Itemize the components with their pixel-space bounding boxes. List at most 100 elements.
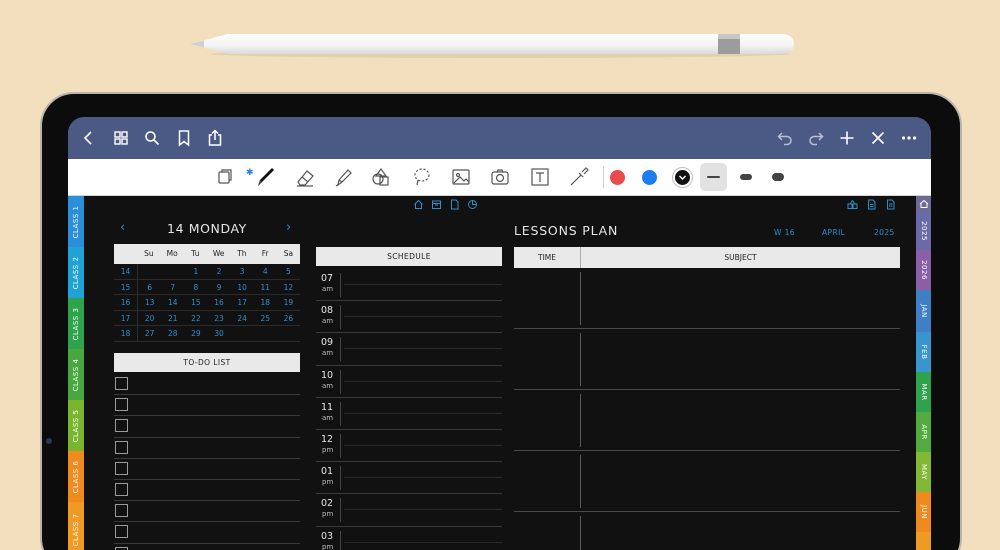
stroke-thick-button[interactable] bbox=[772, 173, 784, 181]
stroke-thin-button[interactable] bbox=[700, 163, 727, 191]
todo-checkbox[interactable] bbox=[115, 377, 128, 390]
document-link-icon[interactable] bbox=[885, 199, 896, 210]
calendar-day[interactable]: 22 bbox=[184, 311, 207, 326]
image-icon[interactable] bbox=[450, 166, 472, 188]
calendar-day[interactable] bbox=[254, 326, 277, 341]
year-link[interactable]: 2025 bbox=[874, 228, 895, 237]
schedule-slot[interactable]: 10 am bbox=[316, 366, 502, 398]
plus-icon[interactable] bbox=[838, 129, 856, 147]
calendar-day[interactable]: 1 bbox=[184, 264, 207, 279]
week-number[interactable]: 17 bbox=[114, 310, 139, 326]
laser-icon[interactable] bbox=[568, 166, 590, 188]
pen-icon[interactable]: ✱ bbox=[246, 166, 280, 188]
calendar-day[interactable]: 29 bbox=[184, 326, 207, 341]
lesson-row[interactable] bbox=[514, 329, 900, 390]
tab-month-apr[interactable]: APR bbox=[916, 412, 931, 452]
calendar-icon[interactable] bbox=[431, 199, 442, 210]
next-day-button[interactable]: › bbox=[286, 220, 291, 235]
tab-month-may[interactable]: MAY bbox=[916, 452, 931, 492]
tab-class-1[interactable]: CLASS 1 bbox=[68, 196, 84, 247]
calendar-day[interactable]: 6 bbox=[138, 280, 161, 295]
calendar-day[interactable] bbox=[138, 264, 161, 279]
calendar-day[interactable] bbox=[277, 326, 300, 341]
calendar-day[interactable]: 24 bbox=[231, 311, 254, 326]
color-red-swatch[interactable] bbox=[610, 170, 625, 185]
calendar-day[interactable]: 5 bbox=[277, 264, 300, 279]
calendar-day[interactable]: 9 bbox=[208, 280, 231, 295]
bookmark-icon[interactable] bbox=[175, 129, 193, 147]
tab-month-mar[interactable]: MAR bbox=[916, 372, 931, 412]
lesson-row[interactable] bbox=[514, 512, 900, 550]
calendar-day[interactable]: 16 bbox=[208, 295, 231, 310]
tab-month-jan[interactable]: JAN bbox=[916, 290, 931, 332]
month-link[interactable]: APRIL bbox=[822, 228, 845, 237]
calendar-day[interactable] bbox=[231, 326, 254, 341]
notes-link-icon[interactable] bbox=[866, 199, 877, 210]
calendar-day[interactable]: 26 bbox=[277, 311, 300, 326]
shapes-link-icon[interactable] bbox=[847, 199, 858, 210]
tab-home[interactable] bbox=[916, 196, 931, 212]
week-number[interactable]: 16 bbox=[114, 295, 139, 310]
todo-item[interactable] bbox=[114, 544, 300, 550]
tab-month-next[interactable] bbox=[916, 532, 931, 550]
tab-class-4[interactable]: CLASS 4 bbox=[68, 349, 84, 400]
calendar-day[interactable]: 4 bbox=[254, 264, 277, 279]
calendar-day[interactable]: 19 bbox=[277, 295, 300, 310]
color-blue-swatch[interactable] bbox=[642, 170, 657, 185]
calendar-day[interactable]: 15 bbox=[184, 295, 207, 310]
calendar-day[interactable]: 18 bbox=[254, 295, 277, 310]
tab-month-feb[interactable]: FEB bbox=[916, 332, 931, 372]
tab-class-2[interactable]: CLASS 2 bbox=[68, 247, 84, 298]
tab-class-3[interactable]: CLASS 3 bbox=[68, 298, 84, 349]
grid-icon[interactable] bbox=[112, 129, 130, 147]
share-icon[interactable] bbox=[206, 129, 224, 147]
eraser-icon[interactable] bbox=[294, 166, 316, 188]
calendar-day[interactable]: 20 bbox=[138, 311, 161, 326]
calendar-day[interactable]: 2 bbox=[208, 264, 231, 279]
tab-month-jun[interactable]: JUN bbox=[916, 492, 931, 532]
calendar-day[interactable]: 10 bbox=[231, 280, 254, 295]
schedule-slot[interactable]: 01 pm bbox=[316, 462, 502, 495]
week-number[interactable]: 18 bbox=[114, 326, 139, 341]
tab-class-7[interactable]: CLASS 7 bbox=[68, 502, 84, 550]
todo-checkbox[interactable] bbox=[115, 398, 128, 412]
calendar-day[interactable]: 21 bbox=[161, 311, 184, 326]
todo-item[interactable] bbox=[114, 459, 300, 480]
search-icon[interactable] bbox=[143, 129, 161, 147]
home-icon[interactable] bbox=[413, 199, 424, 210]
calendar-day[interactable]: 28 bbox=[161, 326, 184, 341]
pie-chart-icon[interactable] bbox=[467, 199, 478, 210]
week-number[interactable]: 14 bbox=[114, 264, 139, 279]
lasso-icon[interactable] bbox=[411, 166, 433, 188]
calendar-day[interactable]: 13 bbox=[138, 295, 161, 310]
read-mode-icon[interactable] bbox=[214, 166, 236, 188]
calendar-day[interactable]: 17 bbox=[231, 295, 254, 310]
calendar-day[interactable]: 12 bbox=[277, 280, 300, 295]
text-icon[interactable] bbox=[529, 166, 551, 188]
calendar-day[interactable]: 7 bbox=[161, 280, 184, 295]
todo-item[interactable] bbox=[114, 501, 300, 523]
calendar-day[interactable]: 25 bbox=[254, 311, 277, 326]
schedule-slot[interactable]: 07 am bbox=[316, 269, 502, 302]
lesson-row[interactable] bbox=[514, 390, 900, 451]
undo-icon[interactable] bbox=[776, 129, 794, 147]
lesson-row[interactable] bbox=[514, 268, 900, 329]
todo-item[interactable] bbox=[114, 438, 300, 459]
todo-checkbox[interactable] bbox=[115, 461, 128, 475]
schedule-slot[interactable]: 09 am bbox=[316, 333, 502, 366]
todo-checkbox[interactable] bbox=[115, 504, 128, 518]
schedule-slot[interactable]: 02 pm bbox=[316, 494, 502, 527]
tab-year-2026[interactable]: 2026 bbox=[916, 250, 931, 290]
calendar-day[interactable]: 11 bbox=[254, 280, 277, 295]
todo-item[interactable] bbox=[114, 395, 300, 417]
tab-class-5[interactable]: CLASS 5 bbox=[68, 400, 84, 451]
calendar-day[interactable]: 8 bbox=[184, 280, 207, 295]
more-icon[interactable] bbox=[900, 129, 918, 147]
close-icon[interactable] bbox=[869, 129, 887, 147]
todo-checkbox[interactable] bbox=[115, 546, 128, 550]
calendar-day[interactable]: 23 bbox=[208, 311, 231, 326]
schedule-slot[interactable]: 08 am bbox=[316, 301, 502, 334]
todo-item[interactable] bbox=[114, 416, 300, 438]
calendar-day[interactable]: 14 bbox=[161, 295, 184, 310]
todo-item[interactable] bbox=[114, 522, 300, 544]
